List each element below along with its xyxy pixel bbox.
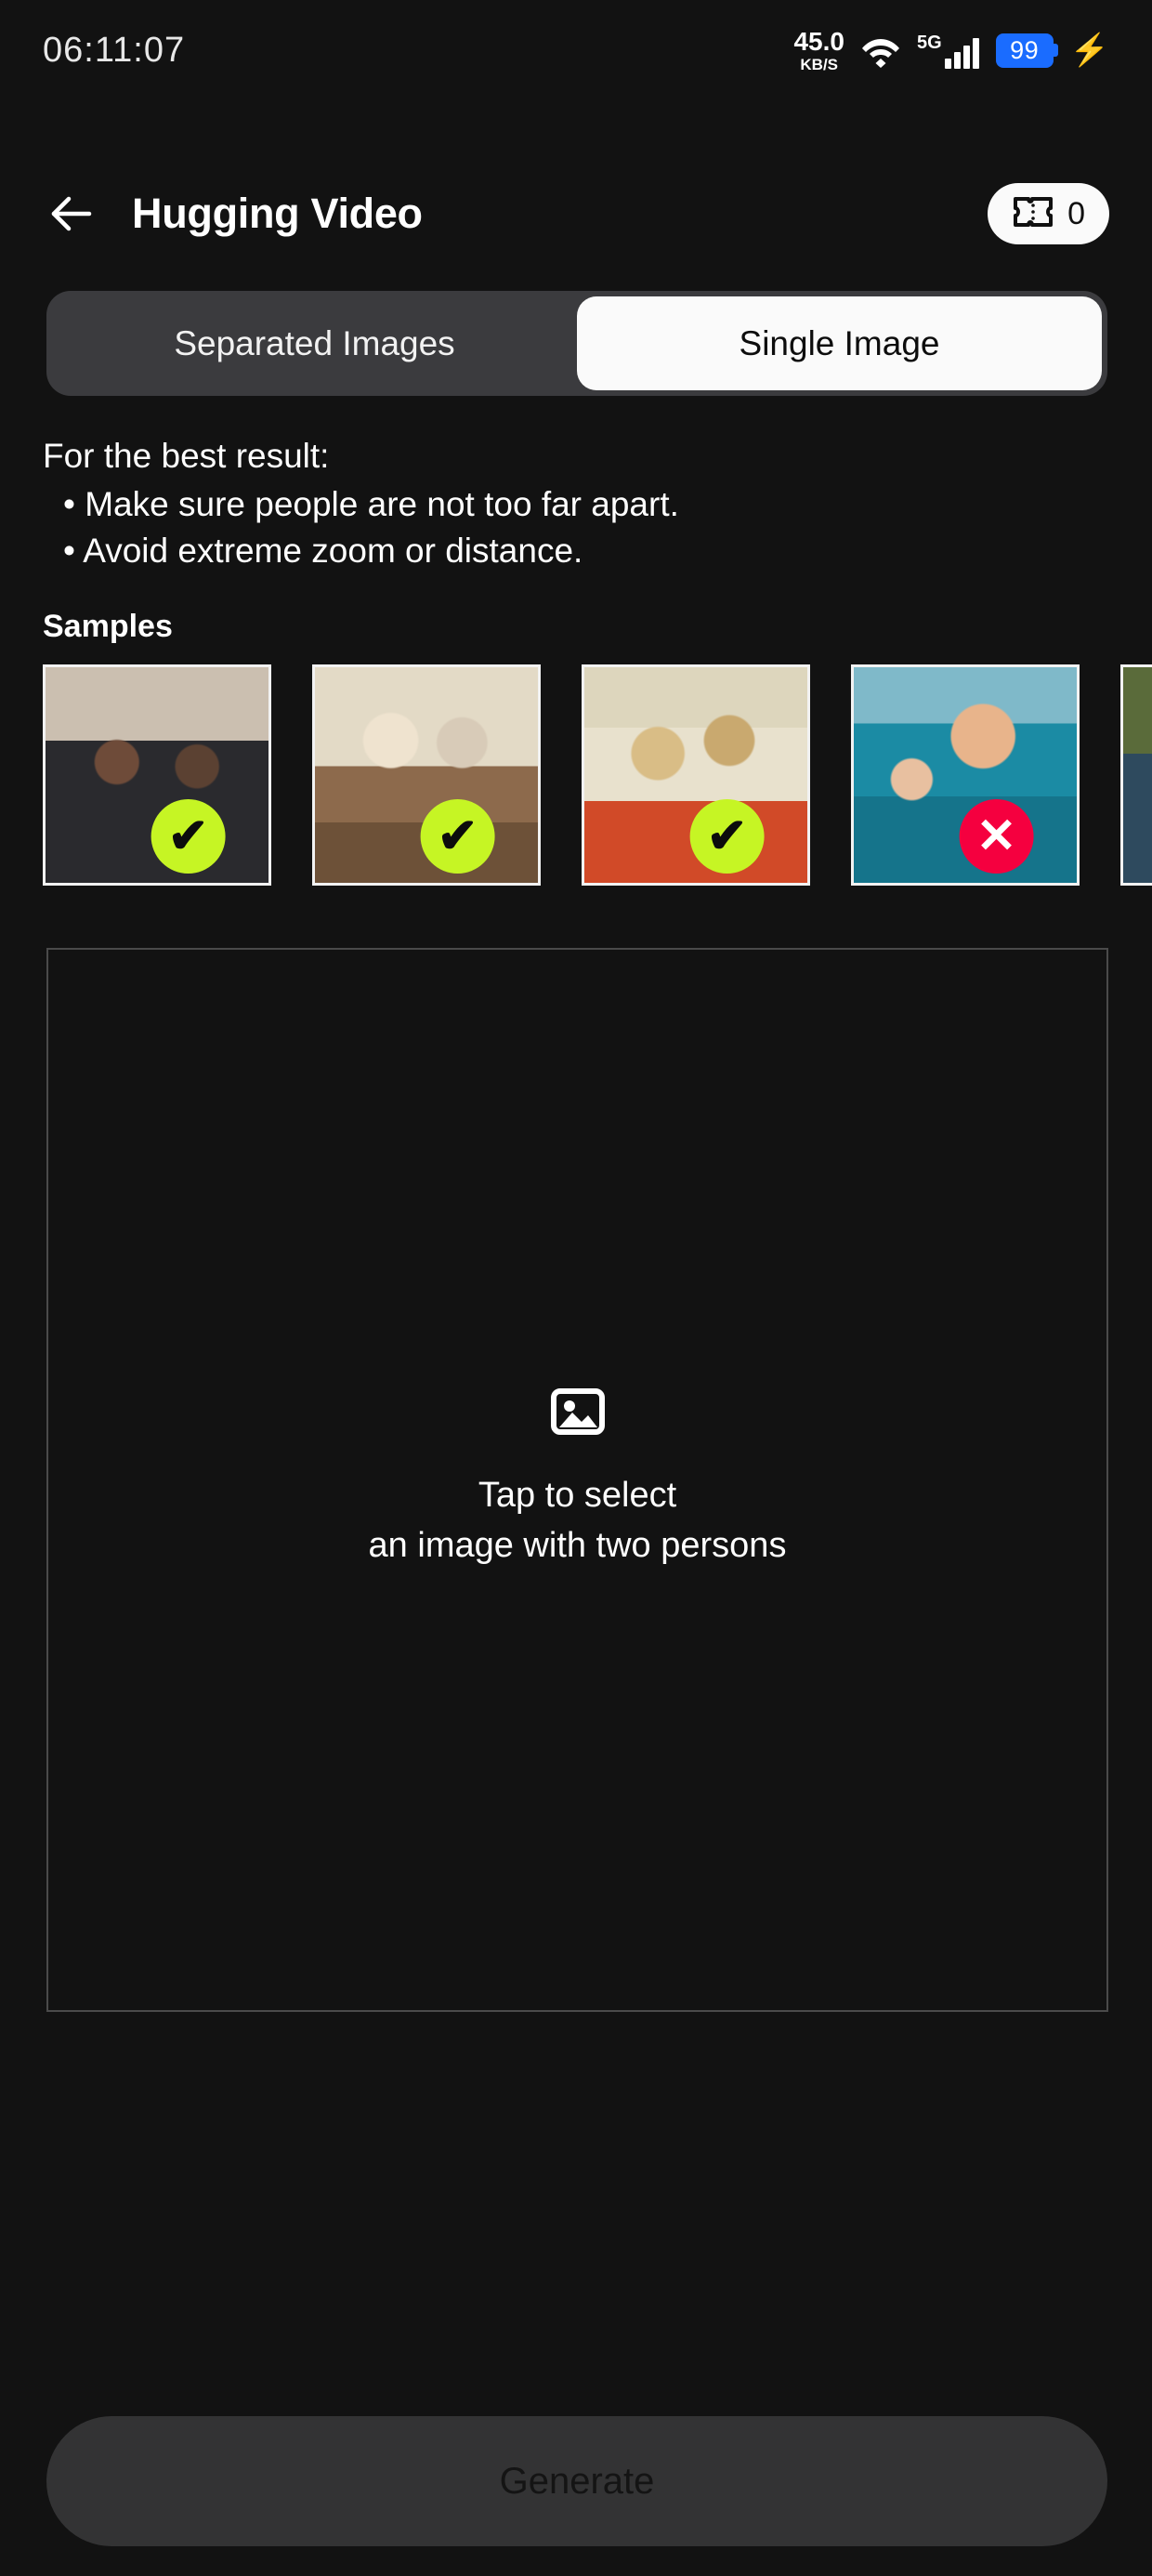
tips-lead: For the best result: [43,437,330,475]
sample-thumbnail-4[interactable]: ✕ [851,664,1080,886]
check-icon: ✔ [167,809,209,863]
samples-heading: Samples [43,609,173,644]
status-bar: 06:11:07 45.0 KB/S 5G 99 ⚡ [0,0,1152,100]
generate-button-label: Generate [499,2460,655,2502]
check-icon: ✔ [706,809,748,863]
battery-indicator: 99 [995,33,1054,68]
status-bar-indicators: 45.0 KB/S 5G 99 ⚡ [793,26,1109,73]
app-header: Hugging Video 0 [0,163,1152,265]
sample-badge-check-2: ✔ [420,799,495,874]
image-placeholder-icon [550,1388,605,1439]
back-arrow-icon[interactable] [43,186,98,242]
sample-image-5 [1123,667,1152,883]
sample-thumbnail-2[interactable]: ✔ [312,664,541,886]
app-screen: 06:11:07 45.0 KB/S 5G 99 ⚡ Hugging Video… [0,0,1152,2576]
network-speed-unit: KB/S [800,55,839,73]
battery-level: 99 [1010,35,1040,64]
signal-bars-icon [944,37,979,69]
tab-single-image[interactable]: Single Image [577,296,1102,390]
sample-badge-cross-4: ✕ [959,799,1034,874]
network-speed-value: 45.0 [793,26,844,56]
wifi-icon [861,33,900,68]
network-speed-indicator: 45.0 KB/S [793,26,844,73]
lightning-bolt-icon: ⚡ [1069,33,1109,68]
mode-segmented-control: Separated Images Single Image [46,291,1107,396]
dropzone-line-1: Tap to select [478,1476,677,1516]
tips-block: For the best result: • Make sure people … [43,437,1065,578]
tips-bullet-2: • Avoid extreme zoom or distance. [63,532,583,570]
credits-count: 0 [1067,195,1085,231]
ticket-icon [1012,195,1054,233]
image-dropzone[interactable]: Tap to select an image with two persons [46,948,1108,2012]
sample-badge-check-1: ✔ [151,799,226,874]
cellular-indicator: 5G [917,33,979,69]
sample-thumbnail-1[interactable]: ✔ [43,664,271,886]
check-icon: ✔ [437,809,478,863]
tips-bullet-1: • Make sure people are not too far apart… [63,485,679,523]
network-type-label: 5G [916,32,942,53]
close-icon: ✕ [975,809,1017,863]
tab-separated-images[interactable]: Separated Images [52,296,577,390]
dropzone-line-2: an image with two persons [368,1526,787,1565]
samples-row[interactable]: ✔ ✔ ✔ ✕ [43,664,1152,886]
credits-badge[interactable]: 0 [988,183,1109,244]
page-title: Hugging Video [132,190,423,237]
generate-button[interactable]: Generate [46,2416,1107,2546]
sample-badge-check-3: ✔ [689,799,765,874]
status-bar-clock: 06:11:07 [43,30,186,70]
sample-thumbnail-3[interactable]: ✔ [582,664,810,886]
sample-thumbnail-5[interactable] [1120,664,1152,886]
